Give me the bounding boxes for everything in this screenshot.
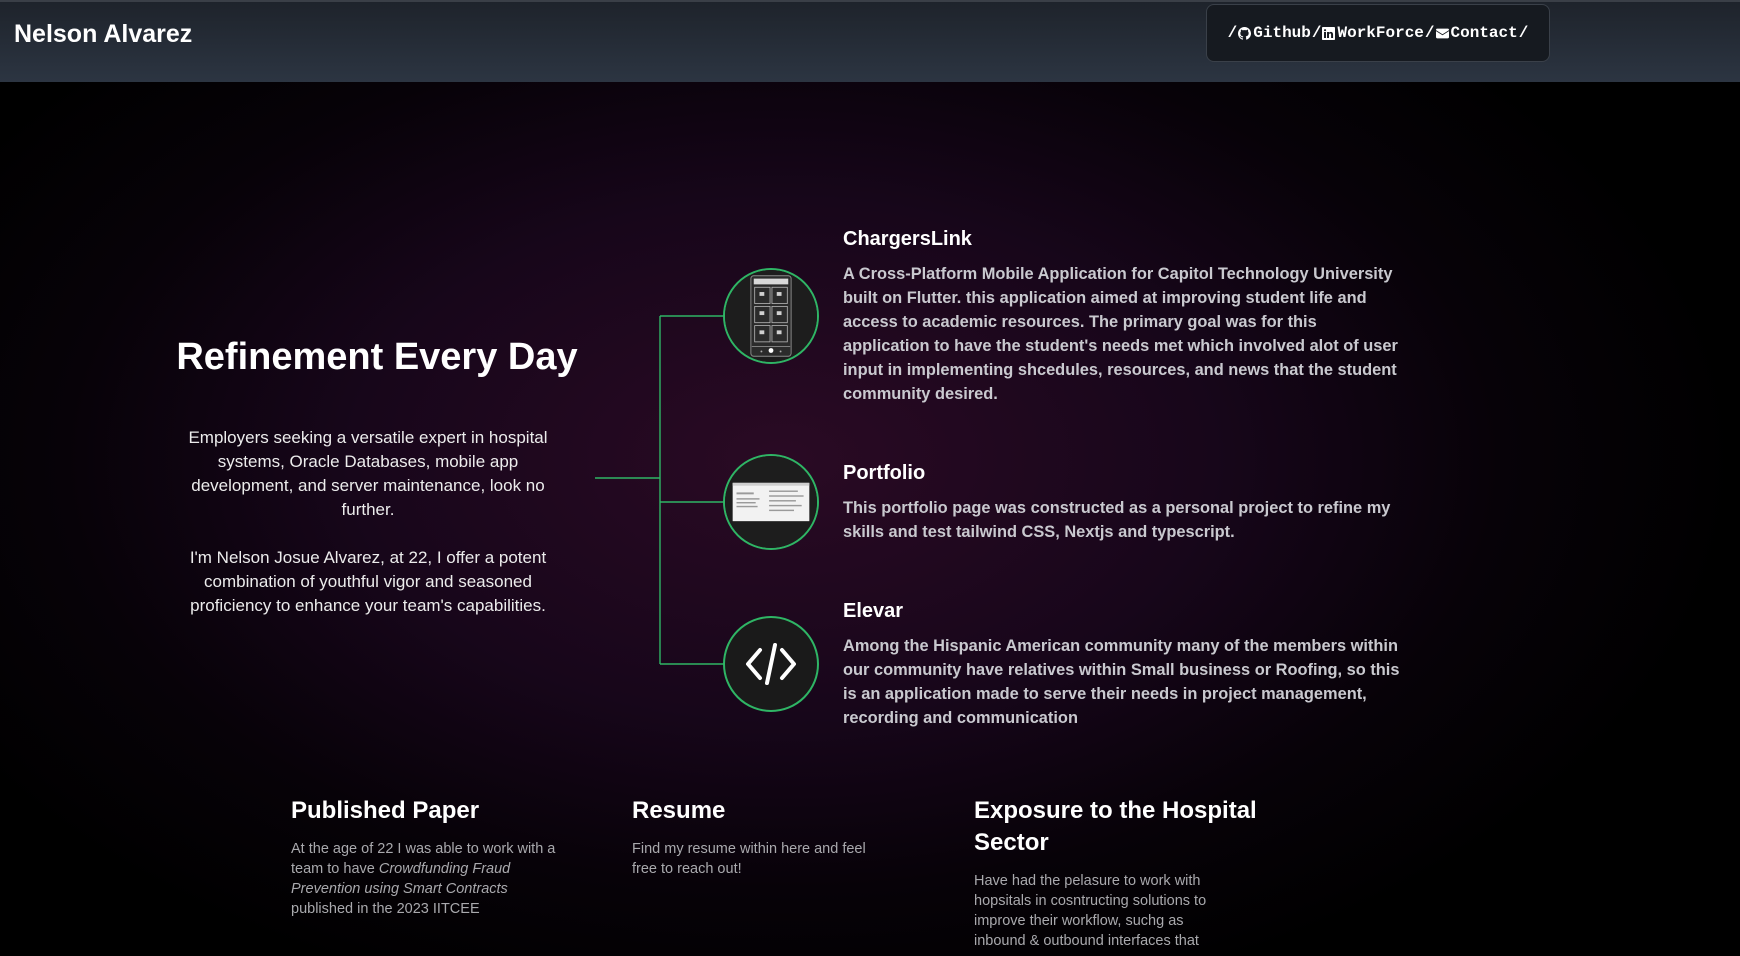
nav-links: / Github / WorkForce / Contact / [1206,4,1550,62]
project-thumbnail-portfolio[interactable] [723,454,819,550]
brand-name[interactable]: Nelson Alvarez [14,20,192,49]
nav-separator: / [1311,24,1322,42]
code-icon [746,643,796,685]
project-title-portfolio: Portfolio [843,462,926,484]
nav-label-github: Github [1253,24,1311,42]
nav-separator: / [1424,24,1435,42]
card-text-resume: Find my resume within here and feel free… [632,841,866,877]
project-title-chargerslink: ChargersLink [843,228,972,250]
mail-icon [1435,28,1449,38]
github-icon [1238,26,1252,40]
project-description-portfolio: This portfolio page was constructed as a… [843,499,1391,541]
card-title-published-paper[interactable]: Published Paper [291,795,479,827]
card-text-published-paper: At the age of 22 I was able to work with… [291,839,557,919]
linkedin-icon [1322,26,1336,40]
hero-title: Refinement Every Day [176,336,578,378]
nav-separator: / [1518,24,1529,42]
top-header: Nelson Alvarez / Github / WorkForce / Co… [0,0,1740,82]
nav-separator: / [1227,24,1238,42]
nav-label-contact: Contact [1450,24,1518,42]
nav-label-workforce: WorkForce [1337,24,1424,42]
hero-bio-paragraph: I'm Nelson Josue Alvarez, at 22, I offer… [189,548,547,615]
card-title-hospital-sector[interactable]: Exposure to the Hospital Sector [974,795,1274,859]
project-thumbnail-chargerslink[interactable] [723,268,819,364]
card-text-hospital-sector: Have had the pelasure to work with hopsi… [974,873,1207,949]
card-title-resume[interactable]: Resume [632,795,725,827]
nav-link-github[interactable]: Github [1238,24,1311,42]
nav-link-contact[interactable]: Contact [1435,24,1518,42]
project-thumbnail-elevar[interactable] [723,616,819,712]
project-description-elevar: Among the Hispanic American community ma… [843,637,1400,727]
paper-text-outro: published in the 2023 IITCEE [291,901,480,917]
phone-app-thumbnail [725,270,817,362]
nav-link-workforce[interactable]: WorkForce [1322,24,1424,42]
website-thumbnail [725,456,817,548]
project-description-chargerslink: A Cross-Platform Mobile Application for … [843,265,1398,403]
hero-intro-paragraph: Employers seeking a versatile expert in … [188,428,548,519]
project-title-elevar: Elevar [843,600,904,622]
